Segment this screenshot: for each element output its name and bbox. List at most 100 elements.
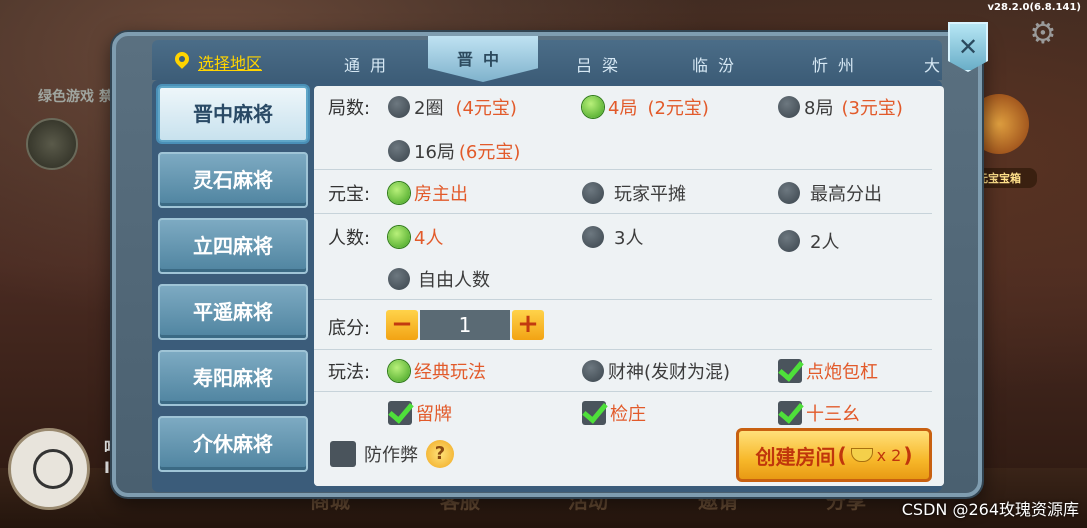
rule-option-jianzhuang[interactable]: 检庄: [582, 400, 646, 426]
ingot-icon: [850, 448, 873, 462]
radio-icon: [582, 226, 604, 248]
gear-icon[interactable]: ⚙: [1027, 18, 1059, 50]
rounds-option-4ju[interactable]: 4局 (2元宝): [582, 94, 709, 120]
tab-region-tongyong[interactable]: 通用: [344, 52, 396, 76]
players-option-3[interactable]: 3人: [582, 224, 643, 250]
game-type-list: 晋中麻将 灵石麻将 立四麻将 平遥麻将 寿阳麻将 介休麻将: [158, 86, 310, 482]
options-footer: 防作弊 ? 创建房间 ( x 2 ): [314, 428, 944, 486]
option-text: 留牌: [416, 404, 452, 425]
watermark: CSDN @264玫瑰资源库: [901, 500, 1079, 519]
game-tab-jiexiu[interactable]: 介休麻将: [158, 416, 308, 472]
checkbox-icon: [330, 441, 356, 467]
radio-selected-icon: [388, 182, 410, 204]
players-option-2[interactable]: 2人: [778, 228, 839, 254]
option-text: 3人: [614, 228, 644, 249]
game-tab-lisi[interactable]: 立四麻将: [158, 218, 308, 274]
game-tab-jinzhong[interactable]: 晋中麻将: [158, 86, 308, 142]
option-text: 玩家平摊: [614, 184, 686, 205]
close-icon: ✕: [957, 33, 979, 61]
create-room-dialog: 选择地区 通用 晋中 吕梁 临汾 忻州 大 ✕ 晋中麻将 灵石麻将 立四麻将 平…: [112, 22, 988, 497]
create-room-button[interactable]: 创建房间 ( x 2 ): [736, 428, 932, 482]
option-text: 检庄: [610, 404, 646, 425]
rounds-option-2quan[interactable]: 2圈 (4元宝): [388, 94, 517, 120]
base-score-stepper: − 1 +: [386, 310, 544, 340]
option-text: 房主出: [414, 184, 468, 205]
checkbox-checked-icon: [582, 401, 606, 425]
radio-icon: [778, 182, 800, 204]
radio-selected-icon: [388, 226, 410, 248]
rules-label: 玩法:: [328, 362, 371, 383]
radio-icon: [388, 140, 410, 162]
radio-icon: [388, 268, 410, 290]
option-text: 16局: [414, 142, 455, 163]
decrement-button[interactable]: −: [386, 310, 418, 340]
checkbox-checked-icon: [778, 401, 802, 425]
game-tab-shouyang[interactable]: 寿阳麻将: [158, 350, 308, 406]
options-panel: 局数: 2圈 (4元宝) 4局 (2元宝) 8局 (3元宝) 16局 (6元宝): [314, 86, 944, 486]
players-label: 人数:: [328, 228, 371, 249]
anticheat-checkbox[interactable]: 防作弊 ?: [330, 440, 454, 468]
radio-icon: [778, 230, 800, 252]
option-text: 点炮包杠: [806, 362, 878, 383]
base-score-value: 1: [420, 310, 510, 340]
increment-button[interactable]: +: [512, 310, 544, 340]
rounds-option-16ju[interactable]: 16局 (6元宝): [388, 138, 520, 164]
option-text: 经典玩法: [414, 362, 486, 383]
option-text: 2圈: [414, 98, 444, 119]
rule-option-shisanyao[interactable]: 十三幺: [778, 400, 860, 426]
players-row: 人数: 4人 3人 2人 自由人数: [314, 214, 932, 300]
help-icon[interactable]: ?: [426, 440, 454, 468]
region-select-link[interactable]: 选择地区: [174, 50, 262, 74]
tab-region-xinzhou[interactable]: 忻州: [812, 52, 864, 76]
payment-option-highest[interactable]: 最高分出: [778, 180, 882, 206]
checkbox-checked-icon: [778, 359, 802, 383]
region-tab-bar: 选择地区 通用 晋中 吕梁 临汾 忻州 大: [152, 36, 942, 82]
payment-row: 元宝: 房主出 玩家平摊 最高分出: [314, 170, 932, 214]
option-cost: (4元宝): [455, 98, 517, 119]
option-text: 自由人数: [418, 270, 490, 291]
rules-row-2: 留牌 检庄 十三幺: [314, 392, 932, 432]
version-label: v28.2.0(6.8.141): [987, 2, 1081, 13]
rounds-label: 局数:: [328, 98, 371, 119]
game-tab-pingyao[interactable]: 平遥麻将: [158, 284, 308, 340]
option-text: 十三幺: [806, 404, 860, 425]
option-cost: (2元宝): [647, 98, 709, 119]
rounds-row: 局数: 2圈 (4元宝) 4局 (2元宝) 8局 (3元宝) 16局 (6元宝): [314, 86, 932, 170]
option-text: 4局: [608, 98, 638, 119]
radio-icon: [778, 96, 800, 118]
tab-region-jinzhong[interactable]: 晋中: [428, 36, 538, 82]
room-cost: x 2: [876, 445, 902, 465]
tab-region-linfen[interactable]: 临汾: [692, 52, 744, 76]
create-room-label: 创建房间: [755, 444, 836, 469]
checkbox-checked-icon: [388, 401, 412, 425]
radio-icon: [582, 360, 604, 382]
payment-label: 元宝:: [328, 184, 371, 205]
option-text: 8局: [804, 98, 834, 119]
radio-selected-icon: [388, 360, 410, 382]
players-option-free[interactable]: 自由人数: [388, 266, 490, 292]
tab-region-da[interactable]: 大: [924, 52, 950, 76]
option-text: 财神(发财为混): [608, 362, 731, 383]
rule-option-caishen[interactable]: 财神(发财为混): [582, 358, 730, 384]
rule-option-liupai[interactable]: 留牌: [388, 400, 452, 426]
tab-region-lvliang[interactable]: 吕梁: [576, 52, 628, 76]
rule-option-dianpao[interactable]: 点炮包杠: [778, 358, 878, 384]
stamp-icon[interactable]: [26, 118, 78, 170]
base-score-label: 底分:: [328, 318, 371, 339]
game-tab-lingshi[interactable]: 灵石麻将: [158, 152, 308, 208]
option-cost: (6元宝): [458, 142, 521, 163]
option-text: 2人: [810, 232, 840, 253]
avatar[interactable]: [8, 428, 90, 510]
option-text: 4人: [414, 228, 444, 249]
payment-option-split[interactable]: 玩家平摊: [582, 180, 686, 206]
payment-option-owner[interactable]: 房主出: [388, 180, 468, 206]
radio-icon: [388, 96, 410, 118]
rule-option-classic[interactable]: 经典玩法: [388, 358, 486, 384]
anticheat-label: 防作弊: [364, 445, 418, 466]
base-score-row: 底分: − 1 +: [314, 300, 932, 350]
location-pin-icon: [174, 52, 190, 72]
players-option-4[interactable]: 4人: [388, 224, 443, 250]
rounds-option-8ju[interactable]: 8局 (3元宝): [778, 94, 903, 120]
option-cost: (3元宝): [841, 98, 903, 119]
rules-row: 玩法: 经典玩法 财神(发财为混) 点炮包杠: [314, 350, 932, 392]
